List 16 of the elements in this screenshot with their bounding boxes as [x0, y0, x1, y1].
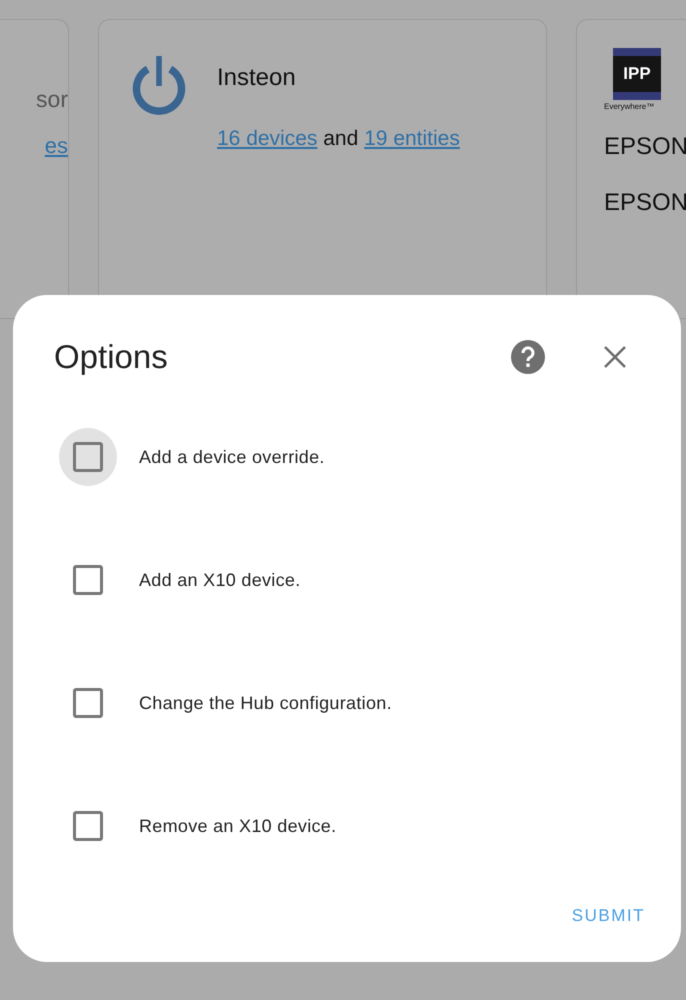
option-label: Add a device override. — [139, 446, 325, 468]
option-label: Add an X10 device. — [139, 570, 301, 590]
entities-link[interactable]: 19 entities — [364, 127, 460, 150]
submit-button[interactable]: SUBMIT — [562, 900, 655, 932]
card-subtitle: sor — [36, 86, 68, 113]
card-title: Insteon — [217, 64, 297, 92]
dialog-title: Options — [54, 338, 169, 376]
option-label: Remove an X10 device. — [139, 816, 336, 836]
device-name: EPSON — [604, 133, 686, 161]
option-label: Change the Hub configuration. — [139, 692, 392, 714]
close-icon[interactable] — [603, 345, 627, 369]
card-summary: 16 devices and 19 entities — [217, 127, 460, 151]
help-icon[interactable] — [511, 340, 545, 374]
device-name: EPSON — [604, 189, 686, 217]
entities-link[interactable]: es — [44, 133, 68, 159]
devices-link[interactable]: 16 devices — [217, 127, 318, 150]
